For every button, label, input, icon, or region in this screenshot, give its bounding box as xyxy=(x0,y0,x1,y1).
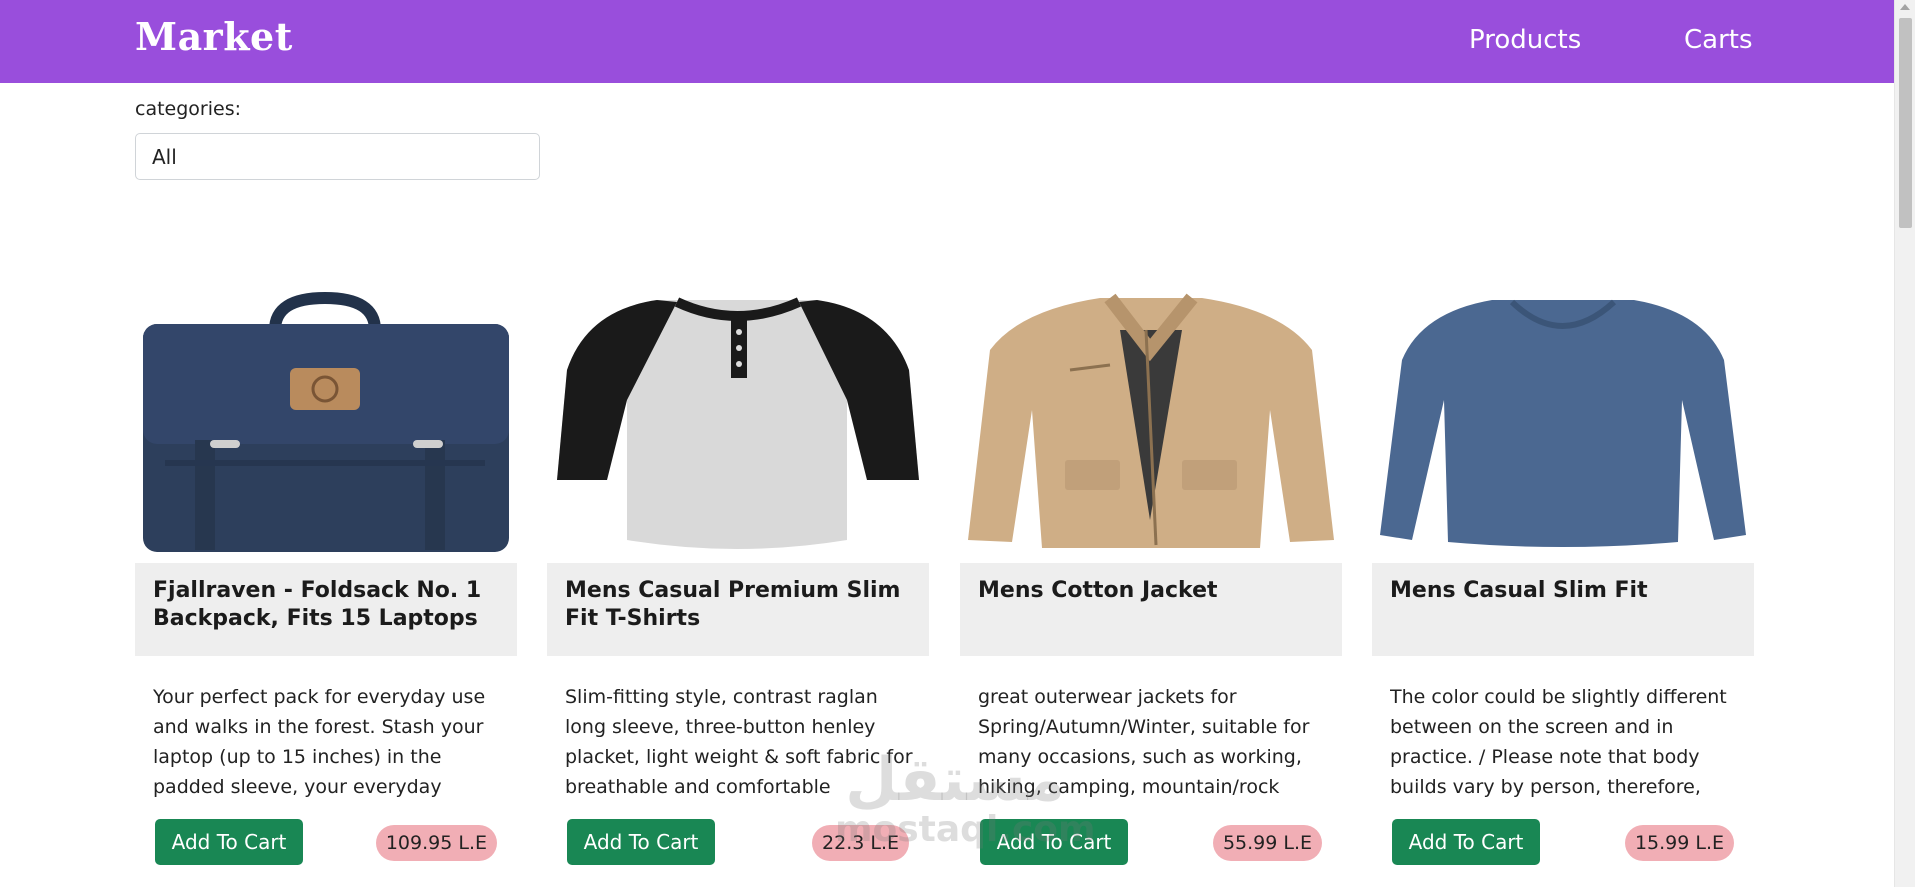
product-description: Slim-fitting style, contrast raglan long… xyxy=(565,686,913,798)
brand-logo[interactable]: Market xyxy=(135,14,293,59)
product-description: great outerwear jackets for Spring/Autum… xyxy=(978,686,1310,798)
product-description: Your perfect pack for everyday use and w… xyxy=(153,686,486,798)
product-card: Mens Casual Slim Fit The color could be … xyxy=(1372,290,1754,865)
product-image xyxy=(135,290,517,552)
nav-link-carts[interactable]: Carts xyxy=(1684,25,1753,55)
price-badge: 15.99 L.E xyxy=(1624,825,1734,861)
add-to-cart-button[interactable]: Add To Cart xyxy=(980,819,1128,865)
product-image xyxy=(1372,290,1754,552)
tshirt-icon xyxy=(557,297,919,549)
price-badge: 109.95 L.E xyxy=(375,825,497,861)
scroll-up-arrow-icon[interactable] xyxy=(1900,4,1910,10)
nav-link-products[interactable]: Products xyxy=(1469,25,1581,55)
longsleeve-shirt-icon xyxy=(1380,299,1746,547)
product-card: Mens Cotton Jacket great outerwear jacke… xyxy=(960,290,1342,865)
add-to-cart-button[interactable]: Add To Cart xyxy=(567,819,715,865)
product-card: Mens Casual Premium Slim Fit T-Shirts Sl… xyxy=(547,290,929,865)
price-badge: 22.3 L.E xyxy=(812,825,909,861)
jacket-icon xyxy=(968,293,1334,548)
product-title[interactable]: Mens Casual Slim Fit xyxy=(1372,563,1754,656)
product-title[interactable]: Mens Casual Premium Slim Fit T-Shirts xyxy=(547,563,929,656)
scrollbar[interactable] xyxy=(1894,0,1915,887)
categories-label: categories: xyxy=(135,98,241,120)
product-title[interactable]: Fjallraven - Foldsack No. 1 Backpack, Fi… xyxy=(135,563,517,656)
scroll-thumb[interactable] xyxy=(1899,18,1912,228)
backpack-icon xyxy=(143,291,509,552)
product-title[interactable]: Mens Cotton Jacket xyxy=(960,563,1342,656)
product-card: Fjallraven - Foldsack No. 1 Backpack, Fi… xyxy=(135,290,517,865)
add-to-cart-button[interactable]: Add To Cart xyxy=(155,819,303,865)
add-to-cart-button[interactable]: Add To Cart xyxy=(1392,819,1540,865)
product-image xyxy=(960,290,1342,552)
navbar: Market Products Carts xyxy=(0,0,1894,83)
product-description: The color could be slightly different be… xyxy=(1390,686,1727,798)
price-badge: 55.99 L.E xyxy=(1212,825,1322,861)
product-image xyxy=(547,290,929,552)
categories-select[interactable]: All xyxy=(135,133,540,180)
